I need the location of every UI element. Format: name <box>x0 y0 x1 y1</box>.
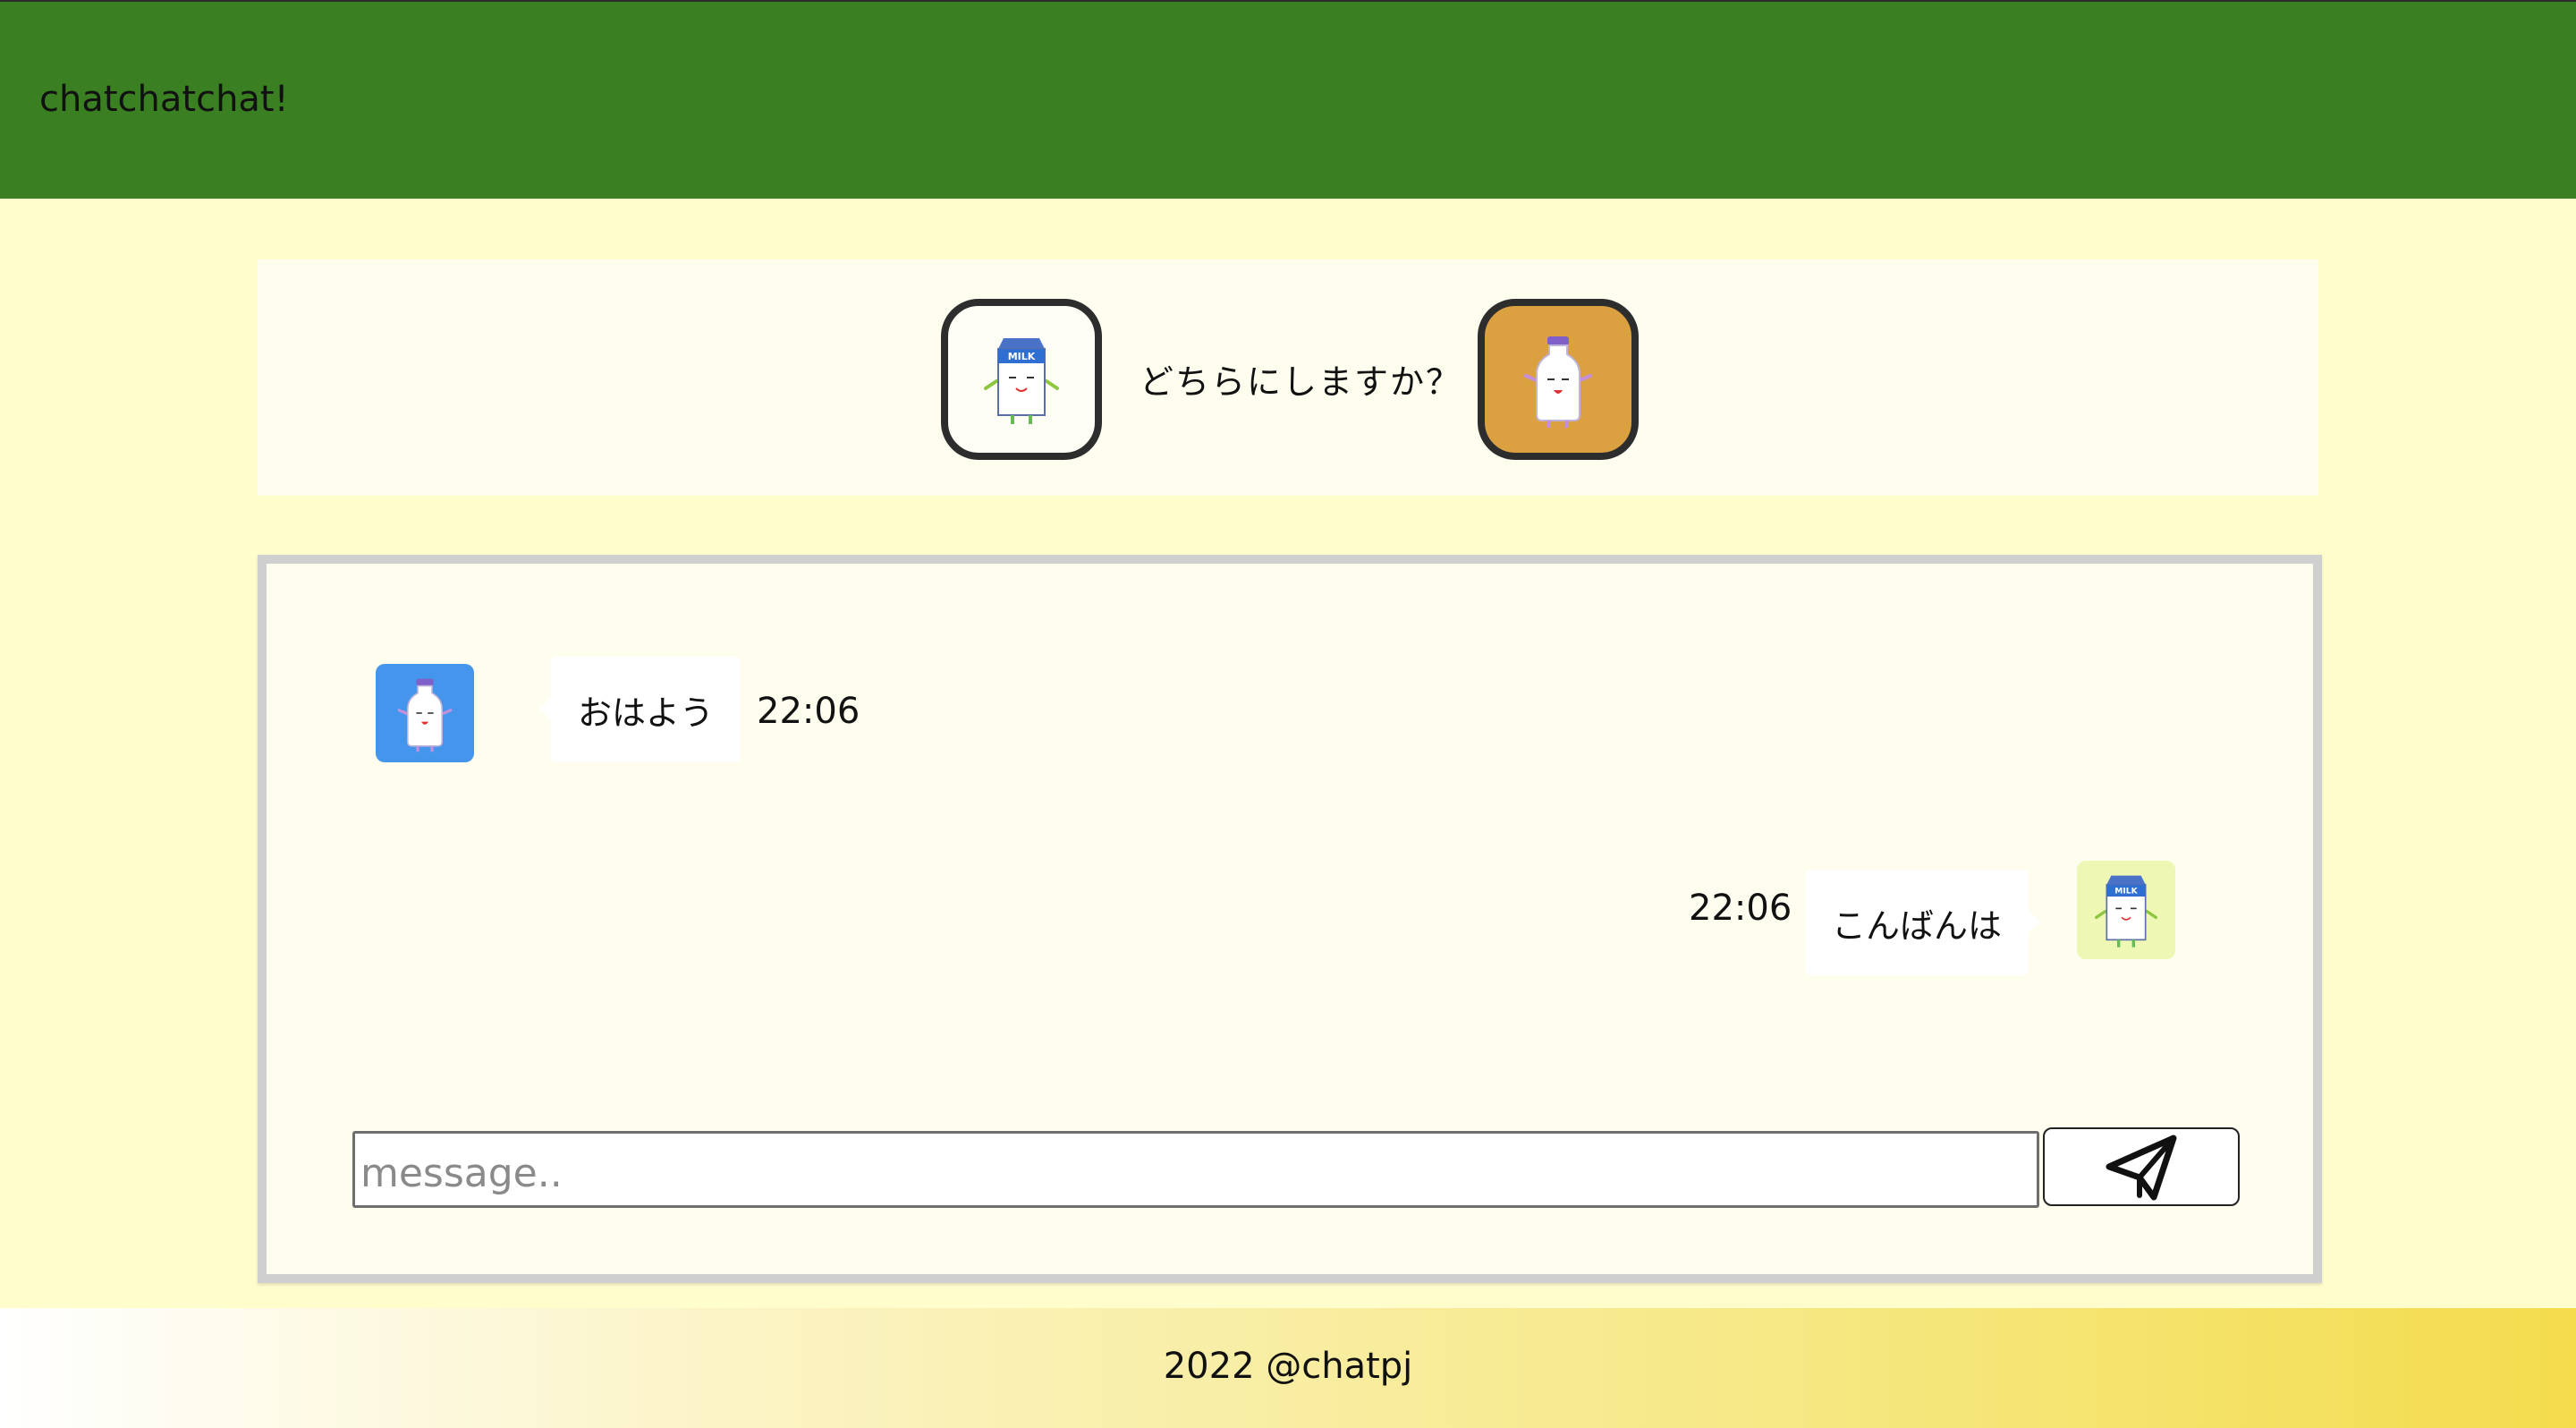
choose-milk-carton-button[interactable]: MILK <box>941 299 1102 460</box>
carton-label: MILK <box>2114 887 2138 897</box>
message-bubble: こんばんは <box>1805 870 2041 975</box>
carton-label: MILK <box>1008 351 1036 362</box>
chat-panel: おはよう 22:06 22:06 こんばんは MILK <box>258 555 2322 1283</box>
paper-plane-icon <box>2106 1135 2177 1201</box>
avatar <box>376 664 474 762</box>
send-button[interactable] <box>2043 1127 2240 1206</box>
chooser-prompt: どちらにしますか？ <box>1140 362 1462 402</box>
milk-carton-icon: MILK <box>2095 875 2157 948</box>
message-input[interactable] <box>352 1131 2039 1208</box>
app-header: chatchatchat! <box>0 0 2576 199</box>
message-time: 22:06 <box>1689 888 1792 929</box>
message-bubble: おはよう <box>538 657 741 762</box>
choose-milk-bottle-button[interactable] <box>1478 299 1639 460</box>
milk-bottle-icon <box>397 678 453 752</box>
message-time: 22:06 <box>757 691 860 732</box>
avatar-chooser: MILK どちらにしますか？ <box>258 259 2318 496</box>
copyright-text: 2022 @chatpj <box>1163 1346 1413 1387</box>
app-footer: 2022 @chatpj <box>0 1308 2576 1428</box>
brand-title: chatchatchat! <box>39 79 289 120</box>
milk-carton-icon: MILK <box>984 338 1059 424</box>
avatar: MILK <box>2077 861 2175 959</box>
milk-bottle-icon <box>1524 336 1592 428</box>
